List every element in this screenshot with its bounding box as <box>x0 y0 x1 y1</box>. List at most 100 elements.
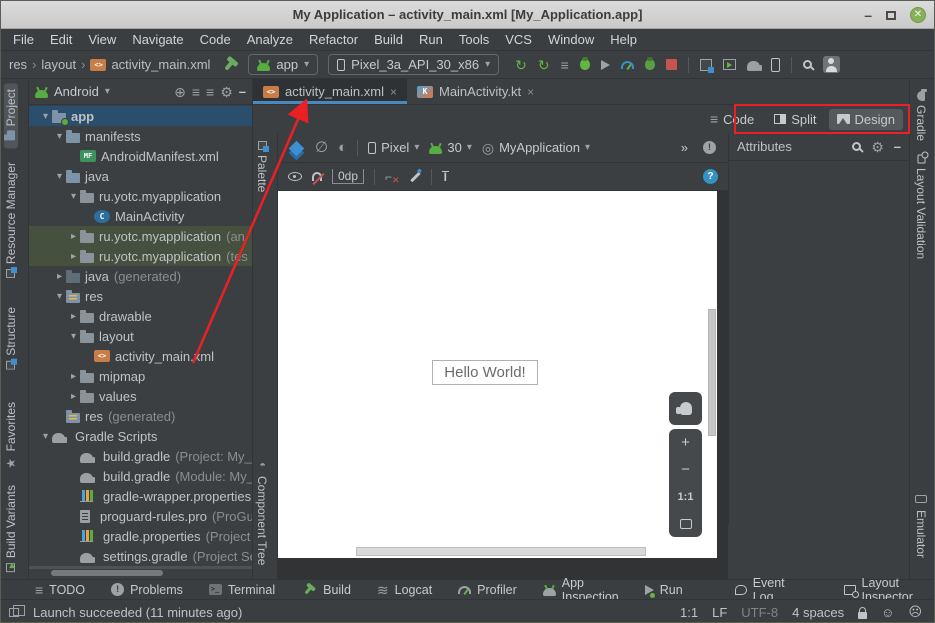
chevron-right-icon[interactable]: ▸ <box>67 231 80 242</box>
debug-icon[interactable] <box>580 59 590 70</box>
lock-icon[interactable] <box>858 612 867 619</box>
sidebar-tab-resource-manager[interactable]: Resource Manager <box>4 156 18 284</box>
breadcrumb-layout[interactable]: layout <box>41 57 76 72</box>
tree-item-res-generated[interactable]: res (generated) <box>29 406 252 426</box>
hide-panel-icon[interactable]: – <box>239 84 246 99</box>
run-configurations-list-icon[interactable]: ≡ <box>561 58 569 72</box>
locate-file-icon[interactable]: ⊕ <box>174 85 186 99</box>
chevron-down-icon[interactable]: ▾ <box>67 331 80 342</box>
tree-item-package-androidtest[interactable]: ▸ ru.yotc.myapplication (an <box>29 226 252 246</box>
zoom-out-button[interactable]: − <box>669 456 702 483</box>
chevron-down-icon[interactable]: ▾ <box>53 291 66 302</box>
build-hammer-icon[interactable] <box>225 58 236 71</box>
canvas-horizontal-scrollbar[interactable] <box>356 547 646 556</box>
palette-tab[interactable]: Palette <box>255 135 269 198</box>
orientation-icon[interactable]: ∅ <box>315 140 328 155</box>
tree-item-drawable[interactable]: ▸ drawable <box>29 306 252 326</box>
theme-selector[interactable]: ◎ MyApplication ▾ <box>482 140 590 155</box>
tree-item-androidmanifest[interactable]: AndroidManifest.xml <box>29 146 252 166</box>
apply-changes-icon[interactable]: ↻ <box>515 58 527 72</box>
tree-item-local-properties[interactable]: local.properties (SDK Locati <box>29 566 252 569</box>
canvas-vertical-scrollbar[interactable] <box>708 309 716 436</box>
sidebar-tab-emulator[interactable]: Emulator <box>914 487 928 564</box>
tree-item-build-gradle-project[interactable]: build.gradle (Project: My_Ap <box>29 446 252 466</box>
tree-item-gradle-wrapper-properties[interactable]: gradle-wrapper.properties (G <box>29 486 252 506</box>
pack-align-icon[interactable]: I <box>442 171 449 183</box>
search-icon[interactable] <box>852 142 861 151</box>
file-encoding[interactable]: UTF-8 <box>741 605 778 620</box>
collapse-all-icon[interactable]: ≡ <box>206 85 214 99</box>
menu-edit[interactable]: Edit <box>42 32 80 47</box>
toolwindow-run[interactable]: Run <box>645 583 683 597</box>
tree-item-mainactivity[interactable]: MainActivity <box>29 206 252 226</box>
issues-icon[interactable] <box>703 141 716 154</box>
hide-panel-icon[interactable]: – <box>894 139 901 154</box>
tree-item-gradle-properties[interactable]: gradle.properties (Project Pr <box>29 526 252 546</box>
menu-navigate[interactable]: Navigate <box>124 32 191 47</box>
chevron-down-icon[interactable]: ▾ <box>39 431 52 442</box>
mode-button-code[interactable]: ≡ Code <box>702 109 762 130</box>
menu-window[interactable]: Window <box>540 32 602 47</box>
tree-item-proguard-rules[interactable]: proguard-rules.pro (ProGuar <box>29 506 252 526</box>
sidebar-tab-favorites[interactable]: ★ Favorites <box>4 396 18 476</box>
project-horizontal-scrollbar[interactable] <box>51 570 163 576</box>
overflow-icon[interactable]: » <box>681 140 688 155</box>
sidebar-tab-gradle[interactable]: Gradle <box>914 83 928 147</box>
menu-file[interactable]: File <box>5 32 42 47</box>
menu-run[interactable]: Run <box>411 32 451 47</box>
menu-help[interactable]: Help <box>602 32 645 47</box>
toolwindow-todo[interactable]: ≡ TODO <box>35 583 85 597</box>
stop-icon[interactable] <box>666 59 677 70</box>
toolwindow-build[interactable]: Build <box>301 583 351 597</box>
tree-item-mipmap[interactable]: ▸ mipmap <box>29 366 252 386</box>
chevron-right-icon[interactable]: ▸ <box>67 251 80 262</box>
project-view-selector[interactable]: Android <box>54 84 99 99</box>
profiler-icon[interactable] <box>621 61 634 69</box>
chevron-right-icon[interactable]: ▸ <box>67 371 80 382</box>
tree-item-settings-gradle[interactable]: settings.gradle (Project Setti <box>29 546 252 566</box>
device-manager-icon[interactable] <box>700 59 712 71</box>
menu-analyze[interactable]: Analyze <box>239 32 301 47</box>
toolwindow-terminal[interactable]: Terminal <box>209 583 275 597</box>
device-for-preview-selector[interactable]: Pixel ▾ <box>368 140 419 155</box>
tree-item-build-gradle-module[interactable]: build.gradle (Module: My_Ap <box>29 466 252 486</box>
tree-item-manifests[interactable]: ▾ manifests <box>29 126 252 146</box>
device-selector[interactable]: Pixel_3a_API_30_x86 ▾ <box>328 54 499 75</box>
sidebar-tab-build-variants[interactable]: Build Variants <box>4 479 18 578</box>
tree-item-layout[interactable]: ▾ layout <box>29 326 252 346</box>
zoom-actual-size-button[interactable]: 1:1 <box>669 483 702 510</box>
menu-code[interactable]: Code <box>192 32 239 47</box>
toolwindow-logcat[interactable]: ≋ Logcat <box>377 583 432 597</box>
tree-item-package-test[interactable]: ▸ ru.yotc.myapplication (tes <box>29 246 252 266</box>
attach-profiler-icon[interactable] <box>601 60 610 70</box>
menu-build[interactable]: Build <box>366 32 411 47</box>
profile-avatar[interactable] <box>823 56 840 73</box>
run-configuration-selector[interactable]: app ▾ <box>248 54 318 75</box>
close-button[interactable]: ✕ <box>910 7 926 23</box>
zoom-to-fit-button[interactable] <box>669 510 702 537</box>
chevron-down-icon[interactable]: ▾ <box>53 131 66 142</box>
indent-setting[interactable]: 4 spaces <box>792 605 844 620</box>
tree-item-res[interactable]: ▾ res <box>29 286 252 306</box>
chevron-down-icon[interactable]: ▾ <box>53 171 66 182</box>
design-surface-selector-icon[interactable] <box>289 141 305 157</box>
tab-activity-main-xml[interactable]: activity_main.xml × <box>253 79 407 104</box>
clear-constraints-icon[interactable]: ⌐ <box>385 170 400 184</box>
gear-icon[interactable]: ⚙ <box>871 140 884 154</box>
sdk-manager-icon[interactable] <box>771 58 780 72</box>
sidebar-tab-layout-validation[interactable]: Layout Validation <box>914 149 928 265</box>
night-mode-icon[interactable]: ◐ <box>338 140 347 155</box>
close-tab-icon[interactable]: × <box>390 85 397 99</box>
tree-item-app[interactable]: ▾ app <box>29 106 252 126</box>
menu-tools[interactable]: Tools <box>451 32 497 47</box>
cursor-position[interactable]: 1:1 <box>680 605 698 620</box>
tab-mainactivity-kt[interactable]: MainActivity.kt × <box>407 79 544 104</box>
view-options-icon[interactable] <box>288 172 302 181</box>
infer-constraints-icon[interactable] <box>410 171 421 182</box>
tree-item-gradle-scripts[interactable]: ▾ Gradle Scripts <box>29 426 252 446</box>
sidebar-tab-project[interactable]: Project <box>4 83 18 148</box>
sad-face-icon[interactable]: ☹ <box>908 604 922 620</box>
breadcrumb-res[interactable]: res <box>9 57 27 72</box>
tree-item-values[interactable]: ▸ values <box>29 386 252 406</box>
menu-vcs[interactable]: VCS <box>497 32 540 47</box>
